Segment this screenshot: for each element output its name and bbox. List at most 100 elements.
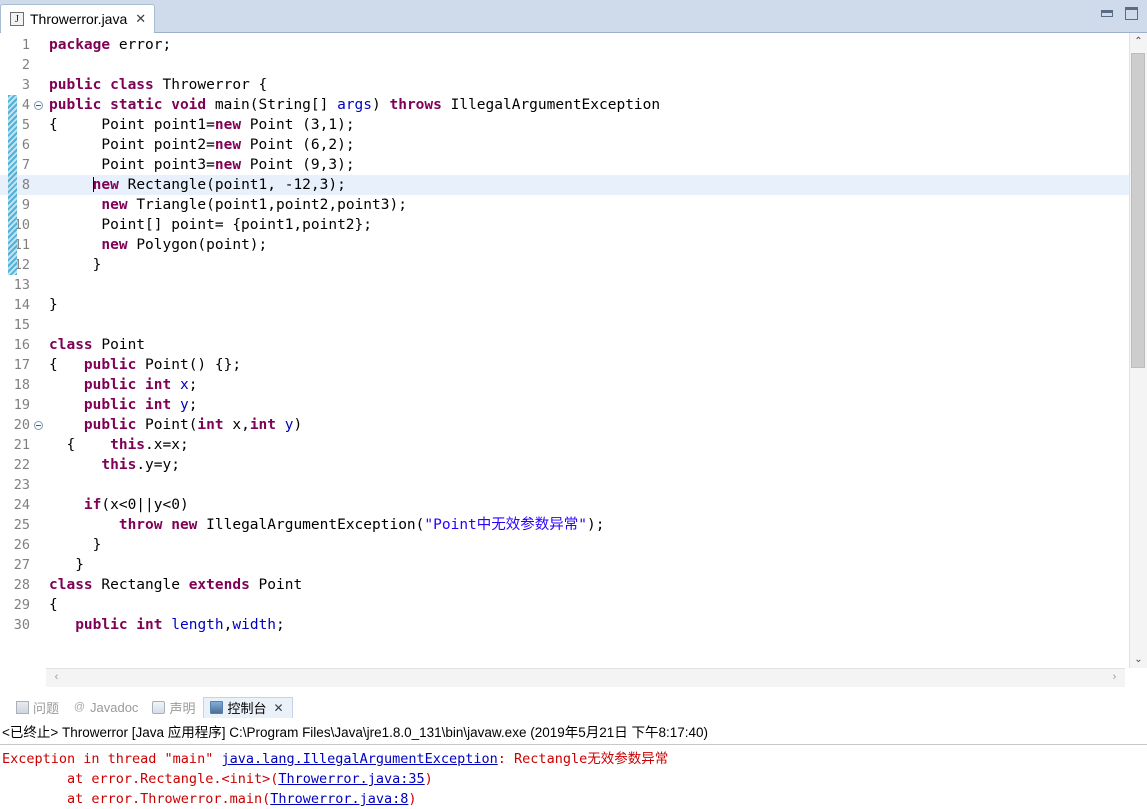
code-text: class Point <box>49 337 146 353</box>
code-line[interactable]: 8 new Rectangle(point1, -12,3); <box>0 175 1129 195</box>
console-stacktrace-link[interactable]: Throwerror.java:8 <box>270 791 408 807</box>
line-number: 3 <box>21 77 30 93</box>
vertical-scrollbar-thumb[interactable] <box>1131 53 1145 368</box>
editor-vertical-scrollbar[interactable]: ⌃ ⌄ <box>1129 33 1147 668</box>
code-line[interactable]: 2 <box>0 55 1129 75</box>
code-line[interactable]: 23 <box>0 475 1129 495</box>
code-text: { <box>49 597 58 613</box>
console-tab-1[interactable]: 问题 <box>10 697 67 718</box>
console-tab-4[interactable]: 控制台 ✕ <box>203 697 293 718</box>
code-line[interactable]: 20 public Point(int x,int y) <box>0 415 1129 435</box>
code-line[interactable]: 21 { this.x=x; <box>0 435 1129 455</box>
code-line[interactable]: 6 Point point2=new Point (6,2); <box>0 135 1129 155</box>
code-line[interactable]: 7 Point point3=new Point (9,3); <box>0 155 1129 175</box>
fold-collapse-icon[interactable] <box>32 95 46 115</box>
editor-tab-throwerror-java[interactable]: J Throwerror.java ✕ <box>0 4 156 33</box>
code-line[interactable]: 24 if(x<0||y<0) <box>0 495 1129 515</box>
code-line[interactable]: 9 new Triangle(point1,point2,point3); <box>0 195 1129 215</box>
code-line[interactable]: 15 <box>0 315 1129 335</box>
scroll-right-icon[interactable]: › <box>1106 669 1123 686</box>
line-number: 21 <box>13 437 30 453</box>
code-line[interactable]: 30 public int length,width; <box>0 615 1129 635</box>
code-line[interactable]: 5{ Point point1=new Point (3,1); <box>0 115 1129 135</box>
java-file-icon: J <box>10 11 24 26</box>
console-tab-3[interactable]: 声明 <box>146 697 203 718</box>
code-line[interactable]: 19 public int y; <box>0 395 1129 415</box>
code-text: { public Point() {}; <box>49 357 242 373</box>
code-text: new Triangle(point1,point2,point3); <box>101 197 407 213</box>
line-number: 28 <box>13 577 30 593</box>
code-text: Point point3=new Point (9,3); <box>49 157 355 173</box>
code-line[interactable]: 1 package error; <box>0 35 1129 55</box>
console-tab-label: 声明 <box>169 700 196 716</box>
code-text: } <box>49 297 58 313</box>
code-line[interactable]: 11 new Polygon(point); <box>0 235 1129 255</box>
code-line[interactable]: 4 public static void main(String[] args) … <box>0 95 1129 115</box>
line-number: 13 <box>13 277 30 293</box>
code-text: { this.x=x; <box>49 437 189 453</box>
code-editor[interactable]: 1 package error; 2 3 public class Throwerror… <box>0 33 1129 668</box>
code-line[interactable]: 18 public int x; <box>0 375 1129 395</box>
code-line[interactable]: 26 } <box>0 535 1129 555</box>
code-text: } <box>49 257 102 273</box>
line-number: 30 <box>13 617 30 633</box>
eclipse-ide-window: J Throwerror.java ✕ 1 package error; 2 3 pub… <box>0 0 1147 809</box>
scroll-down-icon[interactable]: ⌄ <box>1130 651 1147 668</box>
console-text: at error.Throwerror.main( <box>2 791 271 807</box>
close-icon[interactable]: ✕ <box>273 701 283 715</box>
maximize-icon[interactable] <box>1124 7 1139 21</box>
code-text: } <box>49 557 84 573</box>
minimize-icon[interactable] <box>1100 7 1115 21</box>
code-line[interactable]: 22 this.y=y; <box>0 455 1129 475</box>
console-output-line: at error.Throwerror.main(Throwerror.java… <box>2 789 1147 809</box>
code-text: public int x; <box>83 377 198 393</box>
editor-horizontal-scrollbar[interactable]: ‹ › <box>46 668 1125 687</box>
code-line[interactable]: 10 Point[] point= {point1,point2}; <box>0 215 1129 235</box>
problems-icon <box>16 700 29 714</box>
code-line[interactable]: 14} <box>0 295 1129 315</box>
code-line[interactable]: 17 { public Point() {}; <box>0 355 1129 375</box>
code-line[interactable]: 16 class Point <box>0 335 1129 355</box>
line-number: 20 <box>13 417 30 433</box>
line-number: 29 <box>13 597 30 613</box>
line-number: 16 <box>13 337 30 353</box>
console-stacktrace-link[interactable]: Throwerror.java:35 <box>278 771 424 787</box>
code-line[interactable]: 29 { <box>0 595 1129 615</box>
console-stacktrace-link[interactable]: java.lang.IllegalArgumentException <box>221 751 497 767</box>
editor-area: 1 package error; 2 3 public class Throwerror… <box>0 33 1147 687</box>
code-line[interactable]: 25 throw new IllegalArgumentException("P… <box>0 515 1129 535</box>
fold-collapse-icon[interactable] <box>32 415 46 435</box>
scroll-up-icon[interactable]: ⌃ <box>1130 33 1147 50</box>
console-text: : Rectangle无效参数异常 <box>497 751 669 767</box>
code-line[interactable]: 27 } <box>0 555 1129 575</box>
line-number: 22 <box>13 457 30 473</box>
console-text: Exception in thread "main" <box>2 751 222 767</box>
line-number: 23 <box>13 477 30 493</box>
code-line[interactable]: 3 public class Throwerror { <box>0 75 1129 95</box>
code-line[interactable]: 13 <box>0 275 1129 295</box>
close-icon[interactable]: ✕ <box>135 12 146 25</box>
scroll-left-icon[interactable]: ‹ <box>48 669 65 686</box>
code-line[interactable]: 12 } <box>0 255 1129 275</box>
console-output[interactable]: Exception in thread "main" java.lang.Ill… <box>0 745 1147 809</box>
console-tab-2[interactable]: @ Javadoc <box>67 697 146 718</box>
code-line[interactable]: 28 class Rectangle extends Point <box>0 575 1129 595</box>
change-annotation-bar <box>8 95 17 275</box>
window-controls <box>1100 7 1139 21</box>
code-text: { Point point1=new Point (3,1); <box>49 117 355 133</box>
code-lines: 1 package error; 2 3 public class Throwerror… <box>0 35 1129 635</box>
